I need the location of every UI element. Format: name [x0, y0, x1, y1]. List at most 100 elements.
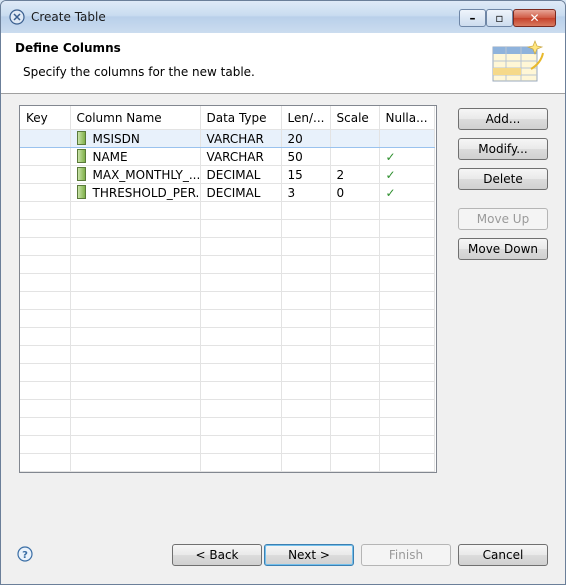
- empty-row: [20, 219, 435, 238]
- cell-type[interactable]: VARCHAR: [200, 129, 282, 148]
- cell-name[interactable]: THRESHOLD_PER...: [70, 183, 201, 202]
- cell-key[interactable]: [20, 165, 71, 184]
- add-button[interactable]: Add...: [458, 108, 548, 130]
- back-button[interactable]: < Back: [172, 544, 262, 566]
- cell-scale: [330, 201, 380, 220]
- cell-type[interactable]: DECIMAL: [200, 183, 282, 202]
- cell-name[interactable]: MAX_MONTHLY_...: [70, 165, 201, 184]
- column-header-name[interactable]: Column Name: [70, 106, 201, 130]
- help-icon[interactable]: ?: [17, 546, 33, 562]
- cell-type: [200, 309, 282, 328]
- cell-name: [70, 327, 201, 346]
- column-header-nullable[interactable]: Nulla...: [379, 106, 435, 130]
- cell-len[interactable]: 20: [281, 129, 331, 148]
- column-header-scale[interactable]: Scale: [330, 106, 380, 130]
- cell-nullable: [379, 453, 435, 472]
- cell-key: [20, 219, 71, 238]
- title-bar[interactable]: Create Table – ▫ ✕: [1, 1, 565, 33]
- cell-scale: [330, 381, 380, 400]
- cell-type: [200, 201, 282, 220]
- move-down-button[interactable]: Move Down: [458, 238, 548, 260]
- columns-table[interactable]: Key Column Name Data Type Len/... Scale …: [19, 105, 437, 473]
- cell-key[interactable]: [20, 183, 71, 202]
- cell-type: [200, 435, 282, 454]
- cell-scale: [330, 309, 380, 328]
- check-icon: ✓: [385, 167, 396, 182]
- cell-nullable[interactable]: ✓: [379, 183, 435, 202]
- cell-type[interactable]: VARCHAR: [200, 147, 282, 166]
- cell-scale: [330, 399, 380, 418]
- cell-nullable[interactable]: ✓: [379, 165, 435, 184]
- check-icon: ✓: [385, 149, 396, 164]
- cell-len[interactable]: 15: [281, 165, 331, 184]
- empty-row: [20, 363, 435, 382]
- minimize-icon: –: [469, 11, 476, 25]
- cell-key: [20, 255, 71, 274]
- cell-key: [20, 345, 71, 364]
- cell-scale: [330, 327, 380, 346]
- move-up-button[interactable]: Move Up: [458, 208, 548, 230]
- cancel-button[interactable]: Cancel: [458, 544, 548, 566]
- cell-scale[interactable]: 0: [330, 183, 380, 202]
- cell-len: [281, 273, 331, 292]
- column-icon: [76, 167, 86, 181]
- delete-button[interactable]: Delete: [458, 168, 548, 190]
- cell-nullable: [379, 363, 435, 382]
- table-row[interactable]: THRESHOLD_PER... DECIMAL 3 0 ✓: [20, 183, 435, 202]
- cell-nullable: [379, 399, 435, 418]
- column-icon: [76, 149, 86, 163]
- cell-len[interactable]: 50: [281, 147, 331, 166]
- empty-row: [20, 273, 435, 292]
- cell-len[interactable]: 3: [281, 183, 331, 202]
- check-icon: ✓: [385, 185, 396, 200]
- maximize-button[interactable]: ▫: [486, 9, 513, 27]
- cell-name: [70, 255, 201, 274]
- cell-name[interactable]: NAME: [70, 147, 201, 166]
- close-button[interactable]: ✕: [513, 9, 556, 27]
- column-header-length[interactable]: Len/...: [281, 106, 331, 130]
- finish-button[interactable]: Finish: [361, 544, 451, 566]
- cell-key[interactable]: [20, 129, 71, 148]
- cell-name: [70, 435, 201, 454]
- cell-scale: [330, 237, 380, 256]
- column-header-type[interactable]: Data Type: [200, 106, 282, 130]
- table-row[interactable]: MAX_MONTHLY_... DECIMAL 15 2 ✓: [20, 165, 435, 184]
- cell-nullable: [379, 291, 435, 310]
- cell-nullable[interactable]: [379, 129, 435, 148]
- cell-scale[interactable]: [330, 147, 380, 166]
- cell-nullable: [379, 381, 435, 400]
- cell-nullable: [379, 201, 435, 220]
- empty-row: [20, 417, 435, 436]
- cell-key: [20, 435, 71, 454]
- cell-name: [70, 363, 201, 382]
- cell-type: [200, 381, 282, 400]
- cell-type: [200, 453, 282, 472]
- empty-row: [20, 381, 435, 400]
- empty-row: [20, 399, 435, 418]
- cell-scale: [330, 273, 380, 292]
- cell-scale[interactable]: [330, 129, 380, 148]
- column-header-key[interactable]: Key: [20, 106, 71, 130]
- cell-type: [200, 363, 282, 382]
- cell-key: [20, 453, 71, 472]
- cell-key[interactable]: [20, 147, 71, 166]
- modify-button[interactable]: Modify...: [458, 138, 548, 160]
- next-button[interactable]: Next >: [264, 544, 354, 566]
- cell-nullable[interactable]: ✓: [379, 147, 435, 166]
- cell-key: [20, 399, 71, 418]
- table-row[interactable]: MSISDN VARCHAR 20: [20, 129, 435, 148]
- minimize-button[interactable]: –: [459, 9, 486, 27]
- cell-scale: [330, 435, 380, 454]
- table-row[interactable]: NAME VARCHAR 50 ✓: [20, 147, 435, 166]
- cell-name[interactable]: MSISDN: [70, 129, 201, 148]
- cell-type[interactable]: DECIMAL: [200, 165, 282, 184]
- cell-scale: [330, 363, 380, 382]
- page-title: Define Columns: [15, 41, 121, 55]
- cell-key: [20, 201, 71, 220]
- cell-nullable: [379, 255, 435, 274]
- cell-len: [281, 201, 331, 220]
- svg-text:?: ?: [22, 550, 28, 561]
- table-header-row: Key Column Name Data Type Len/... Scale …: [20, 106, 435, 130]
- cell-type: [200, 255, 282, 274]
- cell-scale[interactable]: 2: [330, 165, 380, 184]
